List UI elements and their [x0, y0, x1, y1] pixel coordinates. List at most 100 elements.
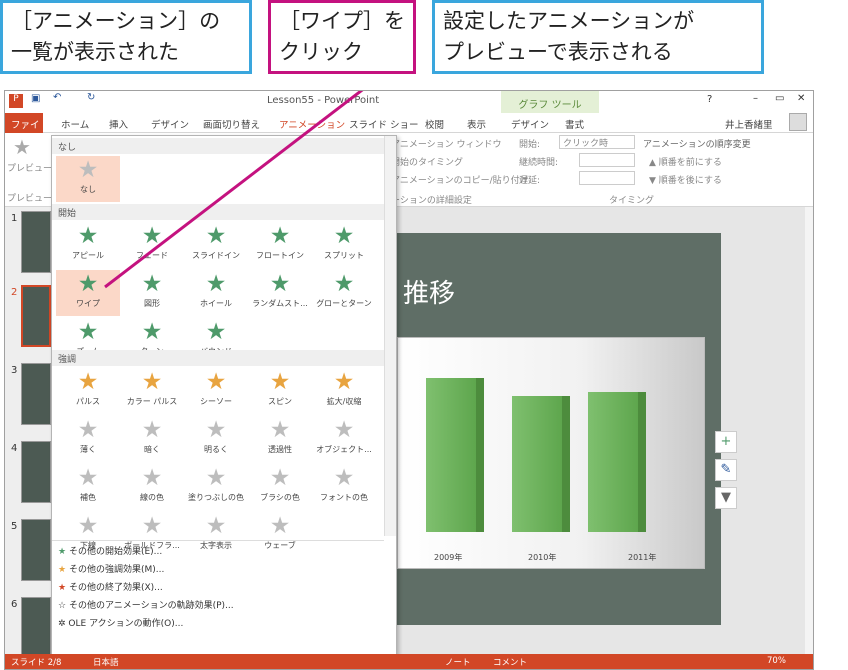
chart-filter-button[interactable]: ▼ — [715, 487, 737, 509]
slide-thumb-5[interactable] — [21, 519, 51, 581]
entrance-effect[interactable]: ★ フロートイン — [248, 222, 312, 268]
language: 日本語 — [93, 658, 119, 668]
delay-input[interactable] — [579, 171, 635, 185]
star-icon: ★ — [205, 223, 227, 249]
slide-thumb-6[interactable] — [21, 597, 51, 659]
slide-canvas[interactable]: 推移 2009年 2010年 2011年 — [397, 233, 721, 625]
preview-button[interactable]: プレビュー — [7, 161, 52, 174]
slide-thumb-2[interactable] — [21, 285, 51, 347]
tab-format[interactable]: 書式 — [565, 117, 584, 131]
emphasis-effect[interactable]: ★ パルス — [56, 368, 120, 414]
star-icon: ★ — [77, 271, 99, 297]
emphasis-effect[interactable]: ★ 明るく — [184, 416, 248, 462]
tab-animations[interactable]: アニメーション — [279, 117, 345, 131]
tab-file[interactable]: ファイル — [5, 113, 43, 145]
close-icon[interactable]: ✕ — [797, 93, 805, 104]
star-icon: ★ — [77, 319, 99, 345]
slide-number: 5 — [11, 521, 18, 532]
slide-thumb-1[interactable] — [21, 211, 51, 273]
entrance-effect[interactable]: ★ アピール — [56, 222, 120, 268]
emphasis-effect[interactable]: ★ カラー パルス — [120, 368, 184, 414]
notes-button[interactable]: ノート — [445, 656, 471, 668]
vertical-scrollbar[interactable] — [805, 207, 813, 654]
undo-icon[interactable]: ↶ — [53, 92, 61, 103]
callout-gallery-shown: ［アニメーション］の 一覧が表示された — [0, 0, 252, 74]
gallery-section-emphasis: 強調 — [52, 350, 384, 366]
effect-label: 薄く — [80, 445, 96, 454]
star-icon: ★ — [269, 465, 291, 491]
more-entrance-effects[interactable]: ★ その他の開始効果(E)... — [58, 544, 162, 557]
effect-none[interactable]: ★ なし — [56, 156, 120, 202]
help-icon[interactable]: ? — [707, 94, 712, 105]
entrance-effect[interactable]: ★ スプリット — [312, 222, 376, 268]
ole-action[interactable]: ✲ OLE アクションの動作(O)... — [58, 616, 183, 629]
star-icon: ★ — [58, 547, 67, 557]
tab-view[interactable]: 表示 — [467, 117, 486, 131]
star-outline-icon: ☆ — [58, 601, 67, 611]
emphasis-effect[interactable]: ★ フォントの色 — [312, 464, 376, 510]
emphasis-effect[interactable]: ★ ウェーブ — [248, 512, 312, 558]
restore-icon[interactable]: ▭ — [775, 93, 784, 104]
zoom-level[interactable]: 70% — [767, 656, 786, 666]
entrance-effect[interactable]: ★ 図形 — [120, 270, 184, 316]
more-exit-effects[interactable]: ★ その他の終了効果(X)... — [58, 580, 163, 593]
star-icon: ★ — [333, 465, 355, 491]
comments-button[interactable]: コメント — [493, 656, 527, 668]
emphasis-effect[interactable]: ★ 拡大/収縮 — [312, 368, 376, 414]
effect-label: ウェーブ — [264, 541, 296, 550]
move-earlier-button[interactable]: ▲ 順番を前にする — [649, 155, 722, 168]
minimize-icon[interactable]: – — [753, 93, 758, 104]
slide-thumb-3[interactable] — [21, 363, 51, 425]
save-icon[interactable]: ▣ — [31, 93, 40, 104]
tab-home[interactable]: ホーム — [61, 117, 89, 131]
emphasis-effect[interactable]: ★ 塗りつぶしの色 — [184, 464, 248, 510]
entrance-effect[interactable]: ★ スライドイン — [184, 222, 248, 268]
preview-icon[interactable]: ★ — [13, 135, 31, 159]
tab-insert[interactable]: 挿入 — [109, 117, 128, 131]
animation-window-button[interactable]: アニメーション ウィンドウ — [391, 137, 502, 150]
none-star-icon: ★ — [77, 157, 99, 183]
slide-counter: スライド 2/8 — [11, 658, 62, 668]
emphasis-effect[interactable]: ★ 線の色 — [120, 464, 184, 510]
entrance-effect[interactable]: ★ ホイール — [184, 270, 248, 316]
entrance-effect[interactable]: ★ ワイプ — [56, 270, 120, 316]
tab-transitions[interactable]: 画面切り替え — [203, 117, 260, 131]
copy-paste-button[interactable]: アニメーションのコピー/貼り付け — [391, 173, 529, 186]
emphasis-effect[interactable]: ★ 透過性 — [248, 416, 312, 462]
more-motion-paths[interactable]: ☆ その他のアニメーションの軌跡効果(P)... — [58, 598, 234, 611]
emphasis-effect[interactable]: ★ オブジェクト... — [312, 416, 376, 462]
emphasis-effect[interactable]: ★ スピン — [248, 368, 312, 414]
emphasis-effect[interactable]: ★ ブラシの色 — [248, 464, 312, 510]
star-icon: ★ — [141, 513, 163, 539]
emphasis-effect[interactable]: ★ シーソー — [184, 368, 248, 414]
chart-styles-button[interactable]: ✎ — [715, 459, 737, 481]
tab-review[interactable]: 校閲 — [425, 117, 444, 131]
tab-chart-design[interactable]: デザイン — [511, 117, 549, 131]
star-icon: ★ — [77, 465, 99, 491]
start-timing-button[interactable]: 開始のタイミング — [391, 155, 463, 168]
entrance-effect[interactable]: ★ ランダムスト... — [248, 270, 312, 316]
duration-input[interactable] — [579, 153, 635, 167]
slide-thumb-4[interactable] — [21, 441, 51, 503]
slide-title[interactable]: 推移 — [403, 273, 455, 310]
emphasis-effect[interactable]: ★ 薄く — [56, 416, 120, 462]
more-emphasis-effects[interactable]: ★ その他の強調効果(M)... — [58, 562, 164, 575]
move-later-button[interactable]: ▼ 順番を後にする — [649, 173, 722, 186]
tab-design[interactable]: デザイン — [151, 117, 189, 131]
emphasis-effect[interactable]: ★ 太字表示 — [184, 512, 248, 558]
star-icon: ★ — [205, 465, 227, 491]
redo-icon[interactable]: ↻ — [87, 92, 95, 103]
entrance-effect[interactable]: ★ グローとターン — [312, 270, 376, 316]
tab-slideshow[interactable]: スライド ショー — [349, 117, 419, 131]
start-select[interactable]: クリック時 — [559, 135, 635, 149]
effect-label: ブラシの色 — [260, 493, 300, 502]
emphasis-effect[interactable]: ★ 暗く — [120, 416, 184, 462]
chart-elements-button[interactable]: + — [715, 431, 737, 453]
entrance-effect[interactable]: ★ フェード — [120, 222, 184, 268]
user-name[interactable]: 井上香緒里 — [725, 117, 773, 131]
effect-label: スライドイン — [192, 251, 240, 260]
gallery-scrollbar[interactable] — [384, 136, 396, 536]
emphasis-effect[interactable]: ★ 補色 — [56, 464, 120, 510]
chart[interactable]: 2009年 2010年 2011年 — [397, 337, 705, 569]
duration-label: 継続時間: — [519, 158, 559, 168]
